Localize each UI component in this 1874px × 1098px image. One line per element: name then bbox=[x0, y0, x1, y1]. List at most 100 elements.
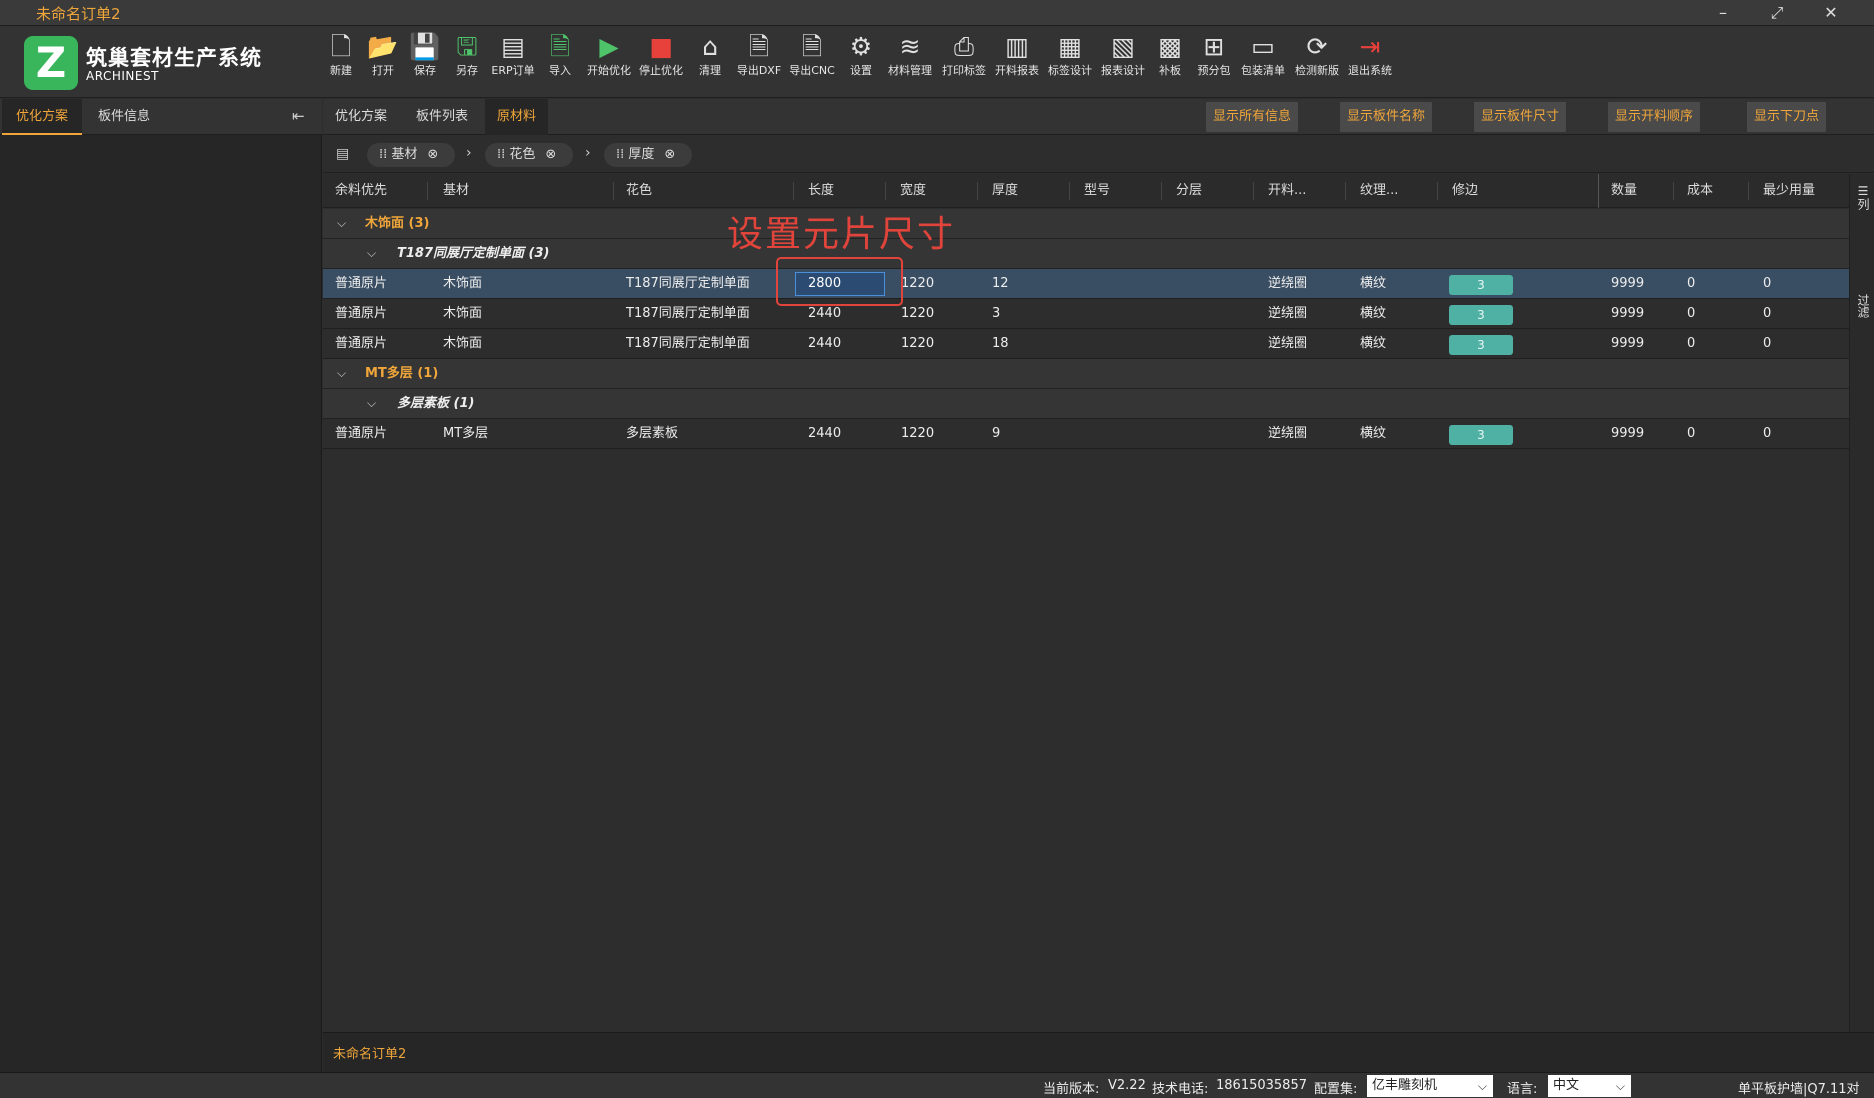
drag-grip-icon: ⁞⁞ bbox=[497, 147, 510, 162]
toolbar-stop-optimize-button[interactable]: ■ 停止优化 bbox=[638, 30, 684, 90]
document-tab-bar: 未命名订单2 bbox=[323, 1032, 1874, 1072]
toolbar-export-cnc-button[interactable]: 🗎 导出CNC bbox=[788, 30, 836, 90]
toolbar-settings-button[interactable]: ⚙ 设置 bbox=[845, 30, 877, 90]
toolbar-new-button[interactable]: 🗋 新建 bbox=[325, 30, 357, 90]
toolbar-start-optimize-button[interactable]: ▶ 开始优化 bbox=[586, 30, 632, 90]
app-window: 未命名订单2 – ⤢ ✕ Z 筑巢套材生产系统 ARCHINEST 🗋 新建 📂 打… bbox=[0, 0, 1874, 1098]
group-row[interactable]: ⌵ 木饰面 (3) bbox=[323, 209, 1849, 239]
tab-panel-info[interactable]: 板件信息 bbox=[84, 99, 164, 135]
package-tree-icon: ⊞ bbox=[1203, 32, 1225, 61]
toolbar-material-button[interactable]: ≋ 材料管理 bbox=[886, 30, 934, 90]
col-header[interactable]: 分层 bbox=[1176, 174, 1202, 208]
update-check-icon: ⟳ bbox=[1306, 32, 1328, 61]
toolbar-packing-list-button[interactable]: ▭ 包装清单 bbox=[1239, 30, 1287, 90]
export-cnc-icon: 🗎 bbox=[801, 32, 823, 61]
tab-optimize-plan-right[interactable]: 优化方案 bbox=[323, 99, 399, 135]
col-header[interactable]: 最少用量 bbox=[1763, 174, 1815, 208]
document-tab[interactable]: 未命名订单2 bbox=[333, 1043, 406, 1062]
group-row[interactable]: ⌵ MT多层 (1) bbox=[323, 359, 1849, 389]
col-header[interactable]: 余料优先 bbox=[335, 174, 387, 208]
toolbar-label-design-button[interactable]: ▦ 标签设计 bbox=[1046, 30, 1094, 90]
show-all-info-button[interactable]: 显示所有信息 bbox=[1206, 102, 1299, 132]
app-header bbox=[0, 26, 1874, 98]
broom-icon: ⌂ bbox=[702, 32, 718, 61]
close-button[interactable]: ✕ bbox=[1816, 2, 1846, 24]
layers-icon: ≋ bbox=[899, 32, 921, 61]
group-panel-icon[interactable]: ▤ bbox=[336, 146, 349, 162]
table-row[interactable]: 普通原片 MT多层 多层素板 2440 1220 9 逆绕圈 横纹 3 9999… bbox=[323, 419, 1849, 449]
toolbar-open-button[interactable]: 📂 打开 bbox=[367, 30, 399, 90]
col-header[interactable]: 长度 bbox=[808, 174, 834, 208]
toolbar-save-as-button[interactable]: 🖫 另存 bbox=[451, 30, 483, 90]
col-header[interactable]: 宽度 bbox=[900, 174, 926, 208]
show-panel-name-button[interactable]: 显示板件名称 bbox=[1340, 102, 1433, 132]
table-row[interactable]: 普通原片 木饰面 T187同展厅定制单面 2440 1220 18 逆绕圈 横纹… bbox=[323, 329, 1849, 359]
col-header[interactable]: 基材 bbox=[443, 174, 469, 208]
col-header[interactable]: 数量 bbox=[1611, 174, 1637, 208]
remove-chip-icon[interactable]: ⊗ bbox=[427, 143, 438, 167]
remove-chip-icon[interactable]: ⊗ bbox=[545, 143, 556, 167]
collapse-panel-icon[interactable]: ⇤ bbox=[292, 107, 305, 125]
phone-value: 18615035857 bbox=[1216, 1078, 1307, 1093]
language-select[interactable]: 中文 ⌵ bbox=[1548, 1075, 1631, 1097]
trim-badge[interactable]: 3 bbox=[1449, 305, 1513, 325]
filter-side-button[interactable]: 过滤 bbox=[1855, 294, 1872, 318]
export-dxf-icon: 🗎 bbox=[748, 32, 770, 61]
raw-material-grid: 余料优先 基材 花色 长度 宽度 厚度 型号 分层 开料... 纹理... 修边… bbox=[323, 174, 1849, 1032]
trim-badge[interactable]: 3 bbox=[1449, 275, 1513, 295]
toolbar-pre-package-button[interactable]: ⊞ 预分包 bbox=[1196, 30, 1232, 90]
toolbar-save-button[interactable]: 💾 保存 bbox=[409, 30, 441, 90]
col-divider bbox=[1253, 182, 1254, 200]
chevron-down-icon[interactable]: ⌵ bbox=[367, 396, 376, 411]
toolbar-erp-order-button[interactable]: ▤ ERP订单 bbox=[490, 30, 536, 90]
trim-badge[interactable]: 3 bbox=[1449, 335, 1513, 355]
remove-chip-icon[interactable]: ⊗ bbox=[664, 143, 675, 167]
table-row[interactable]: 普通原片 木饰面 T187同展厅定制单面 2440 1220 3 逆绕圈 横纹 … bbox=[323, 299, 1849, 329]
columns-side-button[interactable]: ☰列 bbox=[1855, 184, 1872, 210]
show-panel-size-button[interactable]: 显示板件尺寸 bbox=[1474, 102, 1567, 132]
toolbar-clean-button[interactable]: ⌂ 清理 bbox=[694, 30, 726, 90]
col-header[interactable]: 成本 bbox=[1687, 174, 1713, 208]
stop-icon: ■ bbox=[649, 32, 673, 61]
group-chip-thickness[interactable]: ⁞⁞ 厚度 ⊗ bbox=[604, 143, 692, 167]
minimize-button[interactable]: – bbox=[1708, 2, 1738, 24]
col-header[interactable]: 厚度 bbox=[992, 174, 1018, 208]
tab-panel-list[interactable]: 板件列表 bbox=[404, 99, 480, 135]
chevron-down-icon[interactable]: ⌵ bbox=[367, 246, 376, 261]
subgroup-row[interactable]: ⌵ 多层素板 (1) bbox=[323, 389, 1849, 419]
toolbar-import-button[interactable]: 🗎 导入 bbox=[544, 30, 576, 90]
save-as-icon: 🖫 bbox=[456, 32, 478, 61]
toolbar-exit-button[interactable]: ⇥ 退出系统 bbox=[1346, 30, 1394, 90]
col-divider bbox=[1673, 182, 1674, 200]
chevron-right-icon: › bbox=[466, 145, 472, 161]
table-row[interactable]: 普通原片 木饰面 T187同展厅定制单面 2800 1220 12 逆绕圈 横纹… bbox=[323, 269, 1849, 299]
report-design-icon: ▧ bbox=[1111, 32, 1135, 61]
show-cut-order-button[interactable]: 显示开料顺序 bbox=[1608, 102, 1701, 132]
trim-badge[interactable]: 3 bbox=[1449, 425, 1513, 445]
toolbar-export-dxf-button[interactable]: 🗎 导出DXF bbox=[736, 30, 782, 90]
col-header[interactable]: 型号 bbox=[1084, 174, 1110, 208]
toolbar-check-update-button[interactable]: ⟳ 检测新版 bbox=[1293, 30, 1341, 90]
maximize-button[interactable]: ⤢ bbox=[1762, 2, 1792, 24]
title-bar: 未命名订单2 – ⤢ ✕ bbox=[0, 0, 1874, 26]
toolbar-print-label-button[interactable]: ⎙ 打印标签 bbox=[940, 30, 988, 90]
col-header[interactable]: 开料... bbox=[1268, 174, 1306, 208]
save-icon: 💾 bbox=[409, 32, 441, 61]
version-value: V2.22 bbox=[1108, 1078, 1146, 1093]
chevron-down-icon[interactable]: ⌵ bbox=[337, 216, 346, 231]
group-chip-base[interactable]: ⁞⁞ 基材 ⊗ bbox=[367, 143, 455, 167]
chevron-down-icon[interactable]: ⌵ bbox=[337, 366, 346, 381]
col-header[interactable]: 纹理... bbox=[1360, 174, 1398, 208]
toolbar-patch-board-button[interactable]: ▩ 补板 bbox=[1154, 30, 1186, 90]
tab-optimize-plan[interactable]: 优化方案 bbox=[2, 99, 83, 135]
col-header[interactable]: 花色 bbox=[626, 174, 652, 208]
col-header[interactable]: 修边 bbox=[1452, 174, 1478, 208]
toolbar-cut-report-button[interactable]: ▥ 开料报表 bbox=[993, 30, 1041, 90]
col-divider bbox=[427, 182, 428, 200]
subgroup-row[interactable]: ⌵ T187同展厅定制单面 (3) bbox=[323, 239, 1849, 269]
group-chip-color[interactable]: ⁞⁞ 花色 ⊗ bbox=[485, 143, 573, 167]
toolbar-report-design-button[interactable]: ▧ 报表设计 bbox=[1099, 30, 1147, 90]
config-select[interactable]: 亿丰雕刻机 ⌵ bbox=[1367, 1075, 1493, 1097]
tab-raw-material[interactable]: 原材料 bbox=[485, 99, 549, 135]
show-cut-point-button[interactable]: 显示下刀点 bbox=[1747, 102, 1827, 132]
